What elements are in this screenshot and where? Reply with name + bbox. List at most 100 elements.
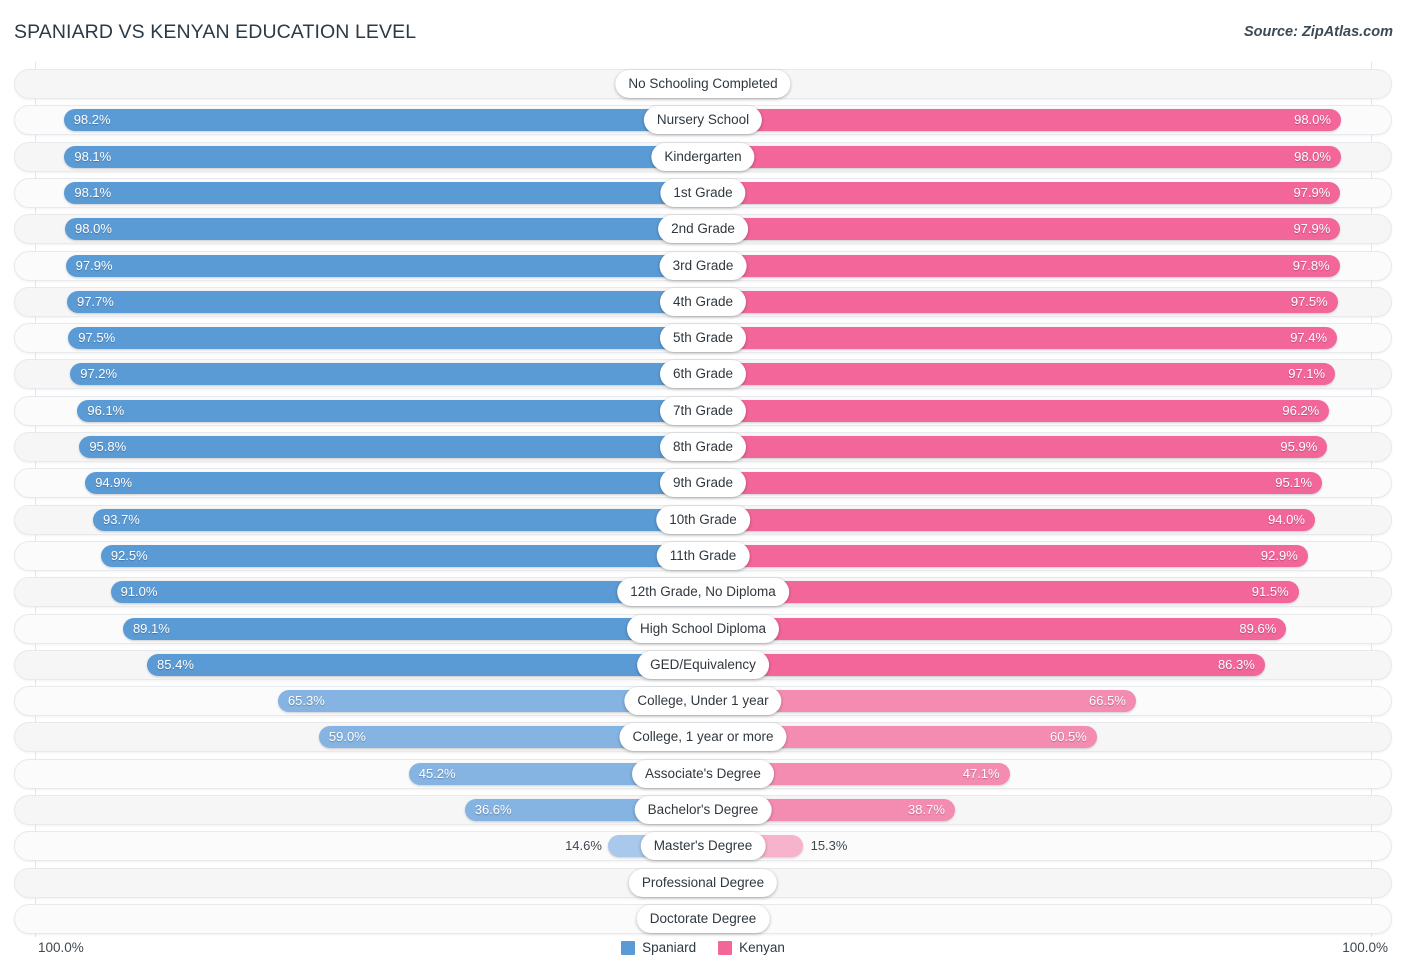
category-label: 4th Grade (659, 287, 747, 316)
category-label: No Schooling Completed (615, 70, 791, 98)
legend-swatch-icon (718, 940, 733, 955)
bar-kenyan (703, 653, 1265, 676)
chart-row: 1.9%2.0%No Schooling Completed (14, 69, 1392, 99)
category-label: Doctorate Degree (636, 904, 770, 933)
value-label-kenyan: 96.2% (1282, 402, 1320, 418)
value-label-spaniard: 89.1% (132, 620, 170, 636)
bar-kenyan (703, 327, 1338, 350)
chart-row: 85.4% 86.3% GED/Equivalency (14, 649, 1392, 680)
chart-row: 97.7% 97.5% 4th Grade (14, 286, 1392, 317)
bar-kenyan (703, 617, 1287, 640)
value-label-spaniard: 59.0% (328, 729, 366, 745)
bar-spaniard (64, 181, 703, 204)
bar-kenyan (703, 363, 1336, 386)
value-label-spaniard: 98.1% (74, 184, 112, 200)
bar-kenyan (703, 472, 1323, 495)
value-label-kenyan: 97.9% (1293, 184, 1331, 200)
value-label-kenyan: 94.0% (1268, 511, 1305, 527)
chart-row: 97.5% 97.4% 5th Grade (14, 323, 1392, 354)
value-label-kenyan: 98.0% (1294, 148, 1331, 164)
chart-row: 93.7% 94.0% 10th Grade (14, 504, 1392, 535)
value-label-spaniard: 45.2% (418, 765, 456, 781)
value-label-spaniard: 65.3% (287, 693, 325, 709)
value-label-kenyan: 38.7% (908, 802, 945, 817)
chart-row: 45.2% 47.1% Associate's Degree (14, 758, 1392, 789)
bar-spaniard (63, 109, 703, 132)
source-attribution: Source: ZipAtlas.com (1243, 24, 1393, 40)
value-label-spaniard: 95.8% (89, 439, 127, 454)
bar-kenyan (703, 181, 1341, 204)
bar-spaniard (147, 653, 703, 676)
bar-spaniard (100, 544, 703, 567)
page-title: SPANIARD VS KENYAN EDUCATION LEVEL (14, 21, 417, 43)
bar-kenyan (703, 254, 1340, 277)
bar-spaniard (66, 290, 703, 313)
value-label-kenyan: 97.4% (1290, 330, 1328, 346)
value-label-spaniard: 97.5% (78, 330, 116, 346)
value-label-spaniard: 98.0% (75, 221, 112, 237)
value-label-kenyan: 86.3% (1217, 656, 1255, 672)
chart-row: 14.6% 15.3% Master's Degree (14, 831, 1392, 862)
value-label-spaniard: 96.1% (87, 402, 125, 418)
value-label-spaniard: 97.9% (75, 257, 113, 273)
value-label-kenyan: 92.9% (1260, 547, 1298, 563)
chart-row: 59.0% 60.5% College, 1 year or more (14, 722, 1392, 753)
value-label-spaniard: 36.6% (474, 802, 512, 817)
bar-kenyan (703, 145, 1341, 168)
bar-spaniard (77, 399, 703, 422)
value-label-kenyan: 47.1% (962, 765, 1000, 781)
bar-spaniard (122, 617, 703, 640)
value-label-kenyan: 97.9% (1293, 221, 1331, 237)
value-label-kenyan: 97.5% (1290, 293, 1328, 309)
value-label-kenyan: 98.0% (1294, 112, 1331, 128)
category-label: Master's Degree (640, 832, 766, 861)
bar-kenyan (703, 399, 1330, 422)
value-label-kenyan: 91.5% (1251, 584, 1289, 600)
category-label: 10th Grade (656, 505, 750, 534)
bar-spaniard (68, 327, 703, 350)
legend-item[interactable]: Spaniard (621, 940, 696, 955)
chart-row: 89.1% 89.6% High School Diploma (14, 613, 1392, 644)
value-label-spaniard: 94.9% (95, 475, 133, 491)
bar-kenyan (703, 508, 1315, 531)
category-label: Nursery School (643, 106, 763, 135)
category-label: 12th Grade, No Diploma (617, 578, 789, 607)
value-label-spaniard: 91.0% (120, 584, 158, 600)
category-label: Bachelor's Degree (634, 796, 772, 824)
bar-spaniard (93, 508, 703, 531)
chart-row: 98.2% 98.0% Nursery School (14, 105, 1392, 136)
bar-spaniard (110, 581, 703, 604)
bar-kenyan (703, 218, 1341, 241)
bar-kenyan (703, 544, 1308, 567)
chart-row: 1.9%1.9%Doctorate Degree (14, 903, 1392, 934)
chart-row: 4.4%4.4%Professional Degree (14, 867, 1392, 898)
legend-label: Spaniard (642, 940, 697, 955)
chart-row: 92.5% 92.9% 11th Grade (14, 540, 1392, 571)
category-label: 11th Grade (656, 541, 750, 570)
value-label-spaniard: 98.1% (74, 148, 112, 164)
value-label-spaniard: 92.5% (110, 547, 148, 563)
chart-row: 36.6% 38.7% Bachelor's Degree (14, 795, 1392, 825)
chart-legend: Spaniard Kenyan (0, 940, 1406, 955)
value-label-kenyan: 66.5% (1089, 693, 1126, 709)
chart-row: 98.0% 97.9% 2nd Grade (14, 214, 1392, 245)
bar-spaniard (85, 472, 703, 495)
chart-row: 91.0% 91.5% 12th Grade, No Diploma (14, 577, 1392, 608)
value-label-spaniard: 85.4% (157, 656, 194, 672)
bar-kenyan (703, 436, 1328, 458)
legend-label: Kenyan (739, 940, 785, 955)
bar-spaniard (79, 436, 703, 458)
category-label: 3rd Grade (659, 251, 747, 280)
category-label: 8th Grade (659, 433, 747, 461)
category-label: 6th Grade (659, 360, 747, 389)
value-label-kenyan: 95.1% (1275, 475, 1313, 491)
category-label: College, 1 year or more (619, 723, 787, 752)
category-label: College, Under 1 year (624, 687, 782, 716)
bar-kenyan (703, 290, 1338, 313)
category-label: GED/Equivalency (637, 650, 769, 679)
bar-spaniard (65, 218, 703, 241)
chart-row: 95.8% 95.9% 8th Grade (14, 432, 1392, 462)
legend-item[interactable]: Kenyan (718, 940, 785, 955)
category-label: 9th Grade (659, 469, 747, 498)
bar-kenyan (703, 109, 1341, 132)
